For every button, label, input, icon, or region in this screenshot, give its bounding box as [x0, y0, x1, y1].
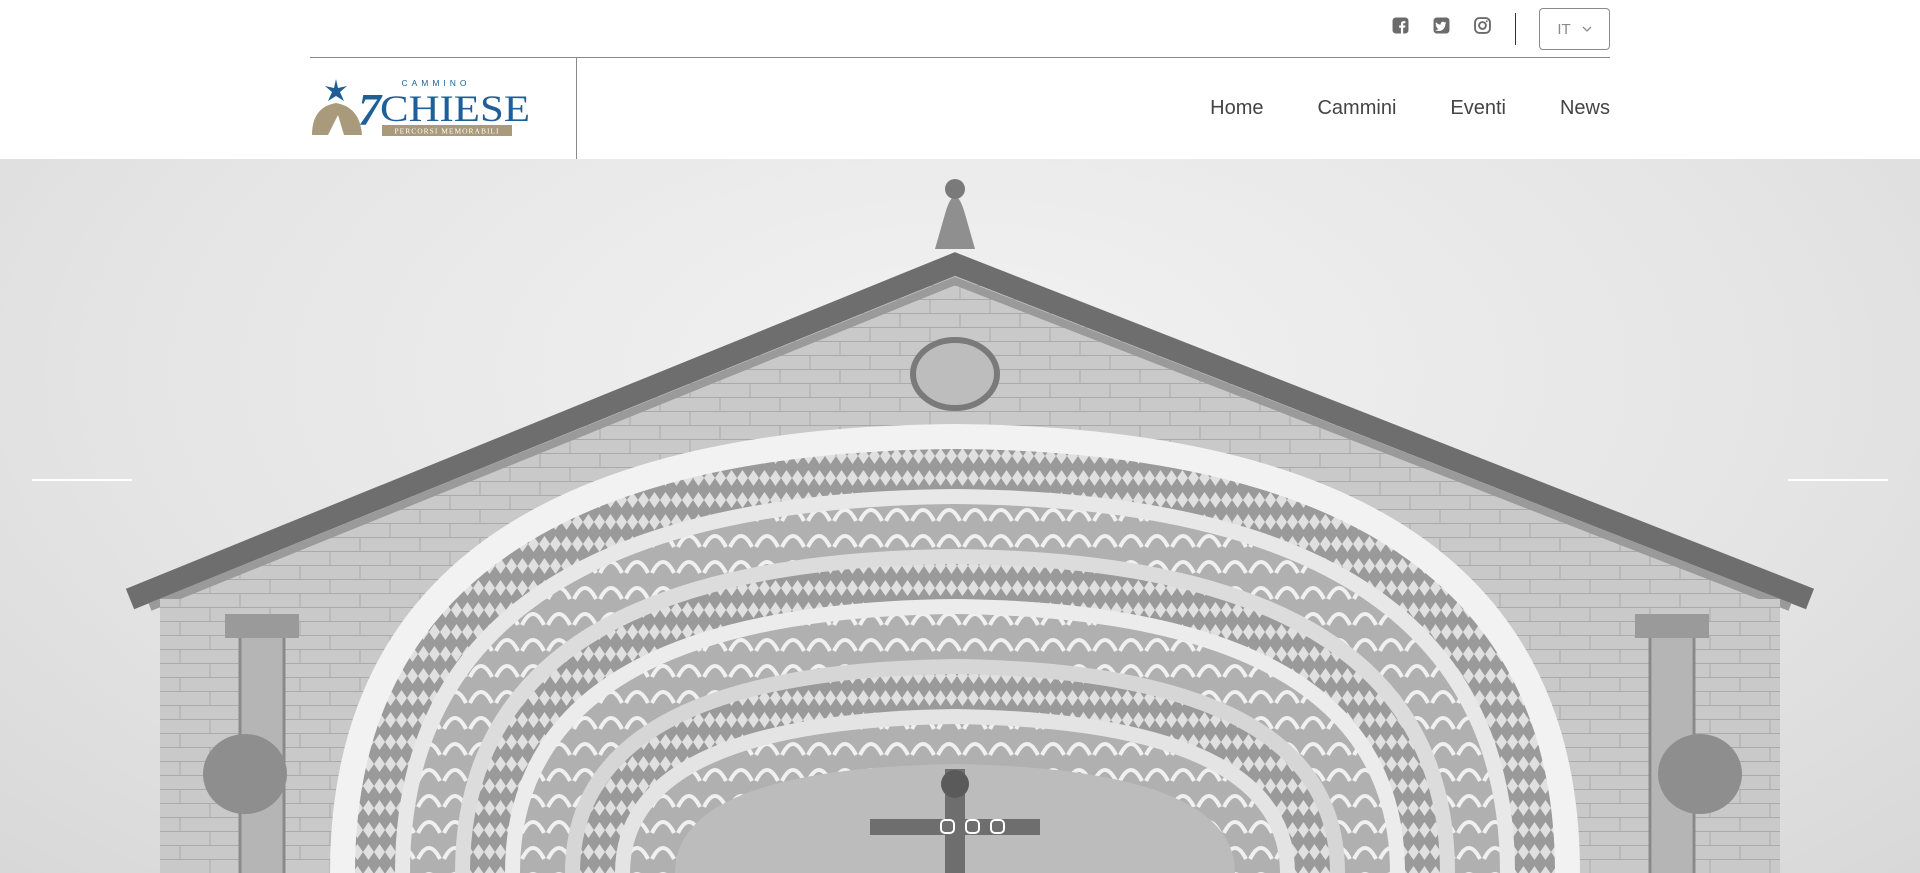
- slider-dot[interactable]: [990, 819, 1005, 834]
- topbar-divider: [1515, 13, 1516, 45]
- social-links: [1392, 17, 1491, 34]
- logo-tagline: PERCORSI MEMORABILI: [394, 127, 499, 136]
- chevron-down-icon: [1582, 26, 1592, 32]
- logo-word: CHIESE: [380, 89, 530, 130]
- header-divider: [576, 58, 577, 159]
- instagram-icon[interactable]: [1474, 17, 1491, 34]
- nav-home[interactable]: Home: [1210, 96, 1263, 120]
- twitter-icon[interactable]: [1433, 17, 1450, 34]
- logo-line1: CAMMINO: [401, 78, 470, 88]
- main-nav: Home Cammini Eventi News: [1156, 96, 1610, 120]
- slider-pagination: [940, 819, 1005, 834]
- main-header: CAMMINO 7 CHIESE PERCORSI MEMORABILI Hom…: [310, 58, 1610, 159]
- hero-slider: [0, 159, 1920, 873]
- facebook-icon[interactable]: [1392, 17, 1409, 34]
- slider-dot[interactable]: [940, 819, 955, 834]
- nav-eventi[interactable]: Eventi: [1450, 96, 1506, 120]
- slider-next-arrow[interactable]: [1788, 479, 1888, 481]
- nav-news[interactable]: News: [1560, 96, 1610, 120]
- hero-image: [125, 179, 1815, 873]
- language-selected-label: IT: [1557, 20, 1571, 38]
- site-logo[interactable]: CAMMINO 7 CHIESE PERCORSI MEMORABILI: [310, 77, 534, 139]
- slider-dot[interactable]: [965, 819, 980, 834]
- slider-prev-arrow[interactable]: [32, 479, 132, 481]
- top-bar: IT: [310, 0, 1610, 58]
- language-selector[interactable]: IT: [1539, 8, 1610, 50]
- nav-cammini[interactable]: Cammini: [1317, 96, 1396, 120]
